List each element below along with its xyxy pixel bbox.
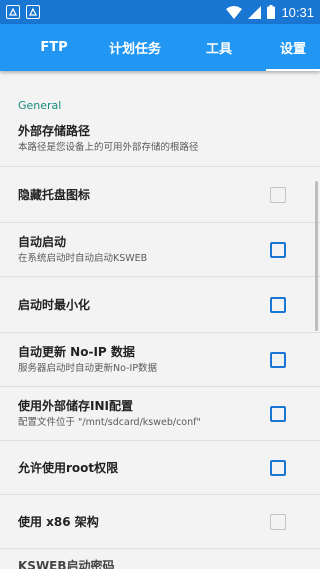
clock: 10:31 [281, 4, 314, 20]
setting-title: 自动更新 No-IP 数据 [18, 344, 135, 359]
settings-list[interactable]: General 外部存储路径 本路径是您设备上的可用外部存储的根路径 隐藏托盘图… [0, 71, 320, 569]
setting-use-x86[interactable]: 使用 x86 架构 [0, 495, 320, 549]
setting-summary: 在系统启动时自动启动KSWEB [18, 252, 148, 264]
setting-external-ini-config[interactable]: 使用外部储存INI配置 配置文件位于 "/mnt/sdcard/ksweb/co… [0, 387, 320, 441]
setting-title: 自动启动 [18, 234, 67, 249]
setting-auto-update-noip[interactable]: 自动更新 No-IP 数据 服务器启动时自动更新No-IP数据 [0, 333, 320, 387]
notification-icon [26, 5, 40, 19]
tab-ftp[interactable]: FTP [0, 24, 108, 71]
setting-minimize-on-start[interactable]: 启动时最小化 [0, 277, 320, 333]
setting-title: 启动时最小化 [18, 297, 91, 312]
setting-title: 使用 x86 架构 [18, 514, 99, 529]
setting-title: KSWEB启动密码 [18, 559, 115, 569]
status-bar: 10:31 [0, 0, 320, 24]
allow-root-checkbox[interactable] [270, 459, 286, 476]
setting-title: 允许使用root权限 [18, 460, 119, 475]
setting-summary: 服务器启动时自动更新No-IP数据 [18, 362, 158, 374]
setting-auto-start[interactable]: 自动启动 在系统启动时自动启动KSWEB [0, 223, 320, 277]
use-x86-checkbox[interactable] [270, 513, 286, 530]
scrollbar[interactable] [315, 181, 318, 331]
tab-bar: FTP 计划任务 工具 设置 [0, 24, 320, 71]
hide-tray-icon-checkbox[interactable] [270, 186, 286, 203]
minimize-on-start-checkbox[interactable] [270, 296, 286, 313]
setting-startup-password[interactable]: KSWEB启动密码 [0, 549, 320, 569]
setting-external-storage-path[interactable]: 外部存储路径 本路径是您设备上的可用外部存储的根路径 [0, 111, 320, 167]
setting-summary: 配置文件位于 "/mnt/sdcard/ksweb/conf" [18, 416, 201, 428]
wifi-icon [226, 5, 243, 19]
tab-tools[interactable]: 工具 [162, 24, 266, 71]
auto-update-noip-checkbox[interactable] [270, 351, 286, 368]
setting-title: 外部存储路径 [18, 123, 91, 138]
section-header: General [0, 71, 320, 112]
tab-scheduled-tasks[interactable]: 计划任务 [108, 24, 162, 71]
notification-icon [6, 5, 20, 19]
signal-icon [248, 5, 262, 19]
battery-icon [267, 5, 276, 19]
auto-start-checkbox[interactable] [270, 241, 286, 258]
setting-summary: 本路径是您设备上的可用外部存储的根路径 [18, 141, 199, 153]
external-ini-config-checkbox[interactable] [270, 405, 286, 422]
setting-title: 使用外部储存INI配置 [18, 398, 133, 413]
tab-settings[interactable]: 设置 [266, 24, 320, 71]
setting-hide-tray-icon[interactable]: 隐藏托盘图标 [0, 167, 320, 223]
setting-title: 隐藏托盘图标 [18, 187, 91, 202]
setting-allow-root[interactable]: 允许使用root权限 [0, 441, 320, 495]
